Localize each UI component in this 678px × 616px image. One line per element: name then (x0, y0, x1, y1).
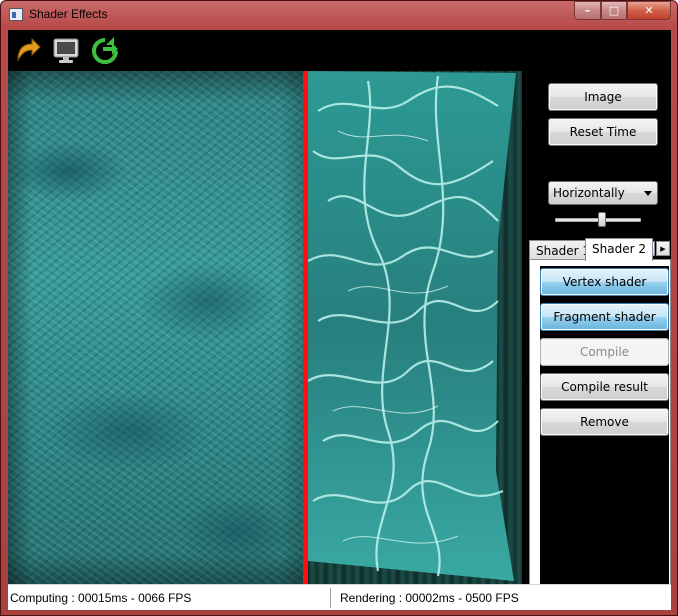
slider-thumb[interactable] (598, 212, 607, 227)
split-divider[interactable] (303, 71, 308, 584)
compile-button[interactable]: Compile (540, 338, 669, 366)
tab-next-icon[interactable]: ▶ (656, 241, 670, 256)
client-area: Image Reset Time Horizontally Shader 1 S… (8, 30, 671, 610)
close-button[interactable]: ✕ (627, 1, 671, 20)
direction-select-value: Horizontally (553, 186, 625, 200)
status-separator (330, 588, 331, 608)
vertex-shader-button[interactable]: Vertex shader (540, 268, 669, 296)
fragment-shader-button[interactable]: Fragment shader (540, 303, 669, 331)
shader-tabs: Shader 1 Shader 2 ◀ ▶ (529, 238, 671, 261)
source-image (8, 71, 304, 584)
computing-status: Computing : 00015ms - 0066 FPS (10, 591, 192, 605)
shader-controls-area: Vertex shader Fragment shader Compile Co… (540, 266, 669, 600)
reset-time-button[interactable]: Reset Time (548, 118, 658, 146)
image-button[interactable]: Image (548, 83, 658, 111)
rotate-arrow-icon[interactable] (12, 36, 42, 66)
refresh-arrow-icon[interactable] (90, 36, 120, 66)
remove-button[interactable]: Remove (540, 408, 669, 436)
app-window: Shader Effects – □ ✕ Image Reset Time Ho… (0, 0, 678, 616)
compile-result-button[interactable]: Compile result (540, 373, 669, 401)
shader-viewport[interactable] (8, 71, 522, 584)
tab-shader-2[interactable]: Shader 2 (585, 238, 653, 261)
side-panel: Image Reset Time Horizontally Shader 1 S… (522, 71, 671, 610)
direction-select[interactable]: Horizontally (548, 181, 658, 205)
monitor-icon[interactable] (51, 36, 81, 66)
maximize-button[interactable]: □ (601, 1, 627, 20)
chevron-down-icon (644, 191, 652, 196)
rendering-status: Rendering : 00002ms - 0500 FPS (340, 591, 519, 605)
shader-tab-panel: Vertex shader Fragment shader Compile Co… (529, 259, 671, 605)
toolbar (8, 30, 671, 70)
window-title: Shader Effects (29, 7, 108, 21)
status-bar: Computing : 00015ms - 0066 FPS Rendering… (8, 584, 671, 610)
app-icon[interactable] (9, 8, 23, 21)
shader-effect-image (308, 71, 516, 581)
window-controls: – □ ✕ (574, 1, 671, 21)
minimize-button[interactable]: – (574, 1, 601, 20)
title-bar[interactable]: Shader Effects – □ ✕ (1, 1, 677, 29)
